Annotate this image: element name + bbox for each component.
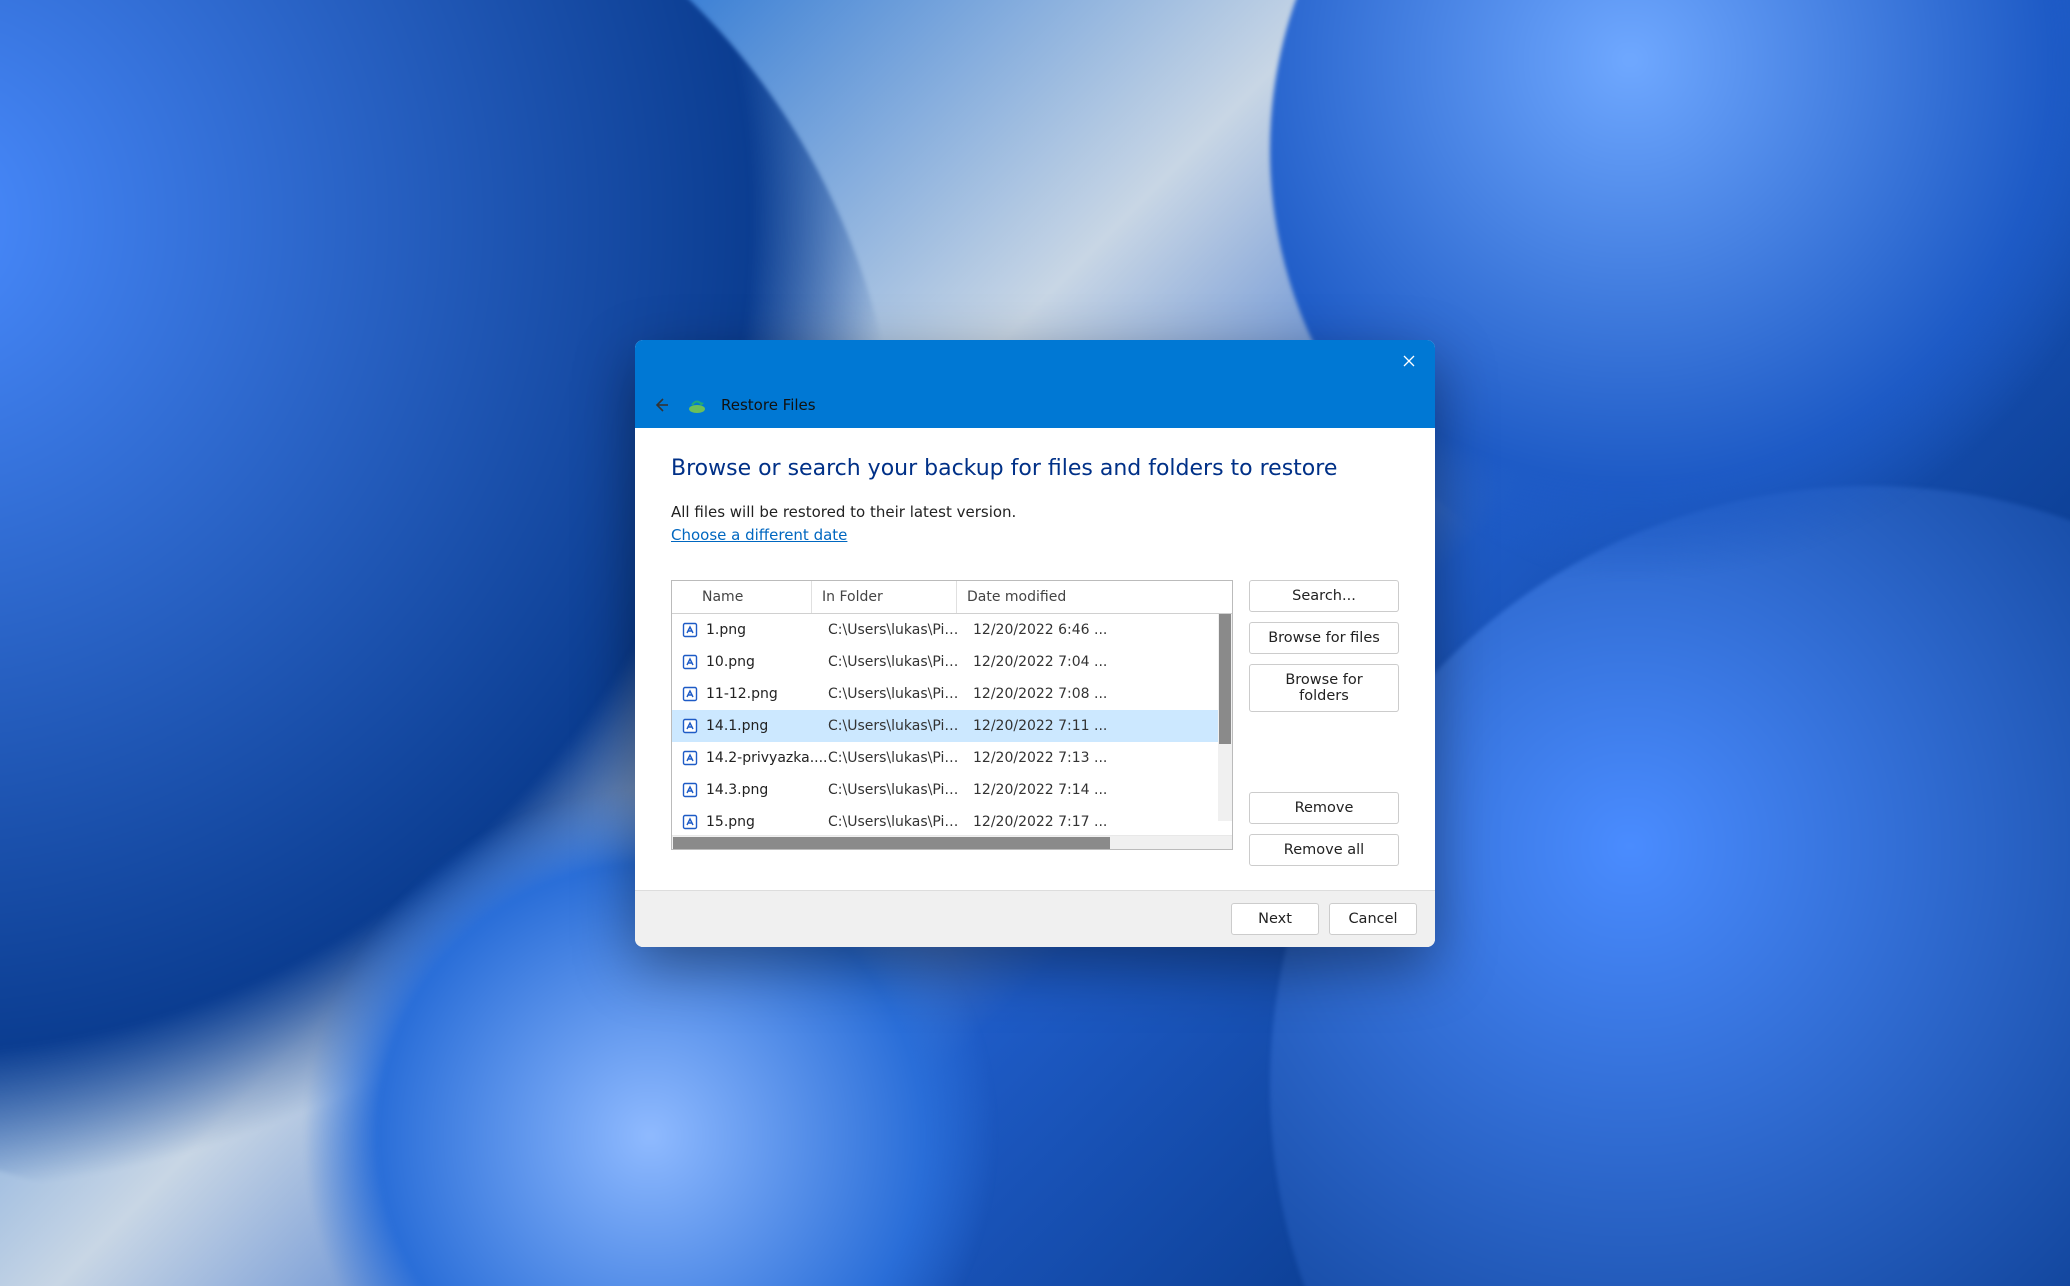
file-name: 1.png [706, 622, 828, 638]
content-area: Browse or search your backup for files a… [635, 428, 1435, 890]
vertical-scrollbar-thumb[interactable] [1219, 614, 1231, 744]
remove-button[interactable]: Remove [1249, 792, 1399, 824]
column-date[interactable]: Date modified [957, 581, 1232, 613]
column-folder[interactable]: In Folder [812, 581, 957, 613]
table-row[interactable]: 1.pngC:\Users\lukas\Pictur...12/20/2022 … [672, 614, 1232, 646]
file-folder: C:\Users\lukas\Pictur... [828, 622, 973, 638]
search-button[interactable]: Search... [1249, 580, 1399, 612]
file-name: 15.png [706, 814, 828, 830]
horizontal-scrollbar-thumb[interactable] [673, 837, 1110, 849]
file-date: 12/20/2022 6:46 ... [973, 622, 1232, 638]
wizard-footer: Next Cancel [635, 890, 1435, 947]
file-folder: C:\Users\lukas\Pictur... [828, 686, 973, 702]
file-name: 14.1.png [706, 718, 828, 734]
table-row[interactable]: 14.3.pngC:\Users\lukas\Pictur...12/20/20… [672, 774, 1232, 806]
remove-all-button[interactable]: Remove all [1249, 834, 1399, 866]
back-arrow-icon [653, 397, 669, 413]
table-row[interactable]: 11-12.pngC:\Users\lukas\Pictur...12/20/2… [672, 678, 1232, 710]
file-date: 12/20/2022 7:08 ... [973, 686, 1232, 702]
file-name: 10.png [706, 654, 828, 670]
browse-folders-button[interactable]: Browse for folders [1249, 664, 1399, 712]
table-row[interactable]: 14.1.pngC:\Users\lukas\Pictur...12/20/20… [672, 710, 1232, 742]
table-row[interactable]: 14.2-privyazka....C:\Users\lukas\Pictur.… [672, 742, 1232, 774]
browse-files-button[interactable]: Browse for files [1249, 622, 1399, 654]
table-row[interactable]: 15.pngC:\Users\lukas\Pictur...12/20/2022… [672, 806, 1232, 835]
next-button[interactable]: Next [1231, 903, 1319, 935]
window-title: Restore Files [721, 396, 816, 414]
file-date: 12/20/2022 7:14 ... [973, 782, 1232, 798]
horizontal-scrollbar[interactable] [672, 835, 1232, 849]
file-folder: C:\Users\lukas\Pictur... [828, 750, 973, 766]
image-file-icon [682, 718, 698, 734]
close-button[interactable] [1386, 345, 1431, 377]
restore-note: All files will be restored to their late… [671, 503, 1399, 521]
vertical-scrollbar[interactable] [1218, 614, 1232, 821]
file-date: 12/20/2022 7:04 ... [973, 654, 1232, 670]
cancel-button[interactable]: Cancel [1329, 903, 1417, 935]
image-file-icon [682, 750, 698, 766]
table-row[interactable]: 10.pngC:\Users\lukas\Pictur...12/20/2022… [672, 646, 1232, 678]
file-name: 11-12.png [706, 686, 828, 702]
image-file-icon [682, 622, 698, 638]
restore-files-icon [687, 395, 707, 415]
file-folder: C:\Users\lukas\Pictur... [828, 782, 973, 798]
file-date: 12/20/2022 7:11 ... [973, 718, 1232, 734]
image-file-icon [682, 814, 698, 830]
file-folder: C:\Users\lukas\Pictur... [828, 654, 973, 670]
navbar: Restore Files [635, 382, 1435, 428]
page-heading: Browse or search your backup for files a… [671, 456, 1399, 481]
side-button-panel: Search... Browse for files Browse for fo… [1249, 580, 1399, 866]
file-folder: C:\Users\lukas\Pictur... [828, 718, 973, 734]
restore-files-wizard: Restore Files Browse or search your back… [635, 340, 1435, 947]
file-name: 14.3.png [706, 782, 828, 798]
file-date: 12/20/2022 7:17 ... [973, 814, 1232, 830]
file-name: 14.2-privyazka.... [706, 750, 828, 766]
image-file-icon [682, 654, 698, 670]
back-button[interactable] [649, 393, 673, 417]
choose-date-link[interactable]: Choose a different date [671, 526, 847, 544]
image-file-icon [682, 782, 698, 798]
list-header: Name In Folder Date modified [672, 581, 1232, 614]
close-icon [1403, 355, 1415, 367]
titlebar [635, 340, 1435, 382]
file-list: Name In Folder Date modified 1.pngC:\Use… [671, 580, 1233, 850]
image-file-icon [682, 686, 698, 702]
column-name[interactable]: Name [672, 581, 812, 613]
file-date: 12/20/2022 7:13 ... [973, 750, 1232, 766]
file-folder: C:\Users\lukas\Pictur... [828, 814, 973, 830]
